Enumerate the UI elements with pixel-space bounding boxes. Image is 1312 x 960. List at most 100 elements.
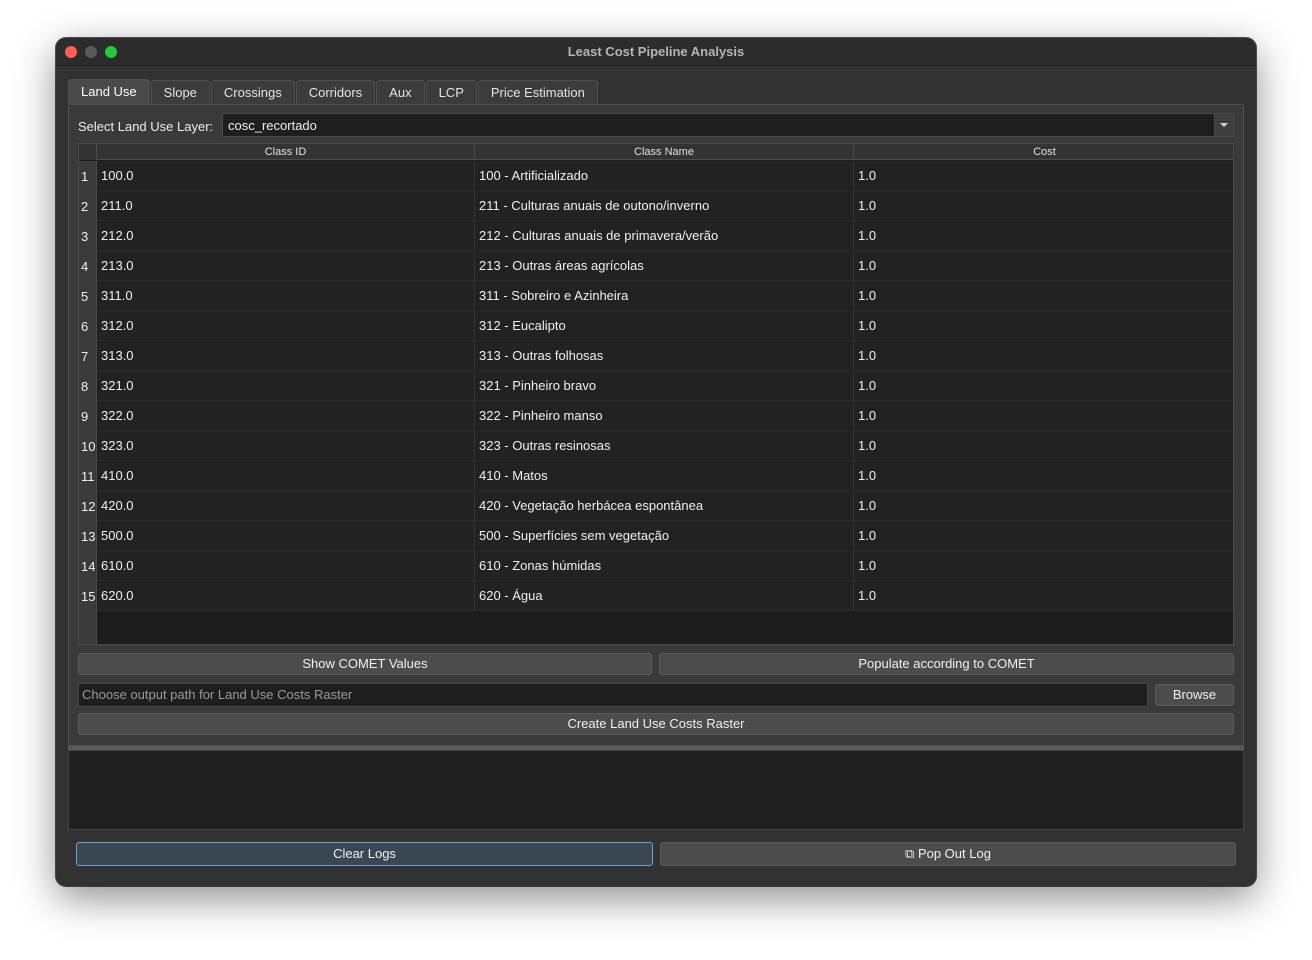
class-name-cell[interactable]: 211 - Culturas anuais de outono/inverno [475,191,854,221]
cost-cell[interactable]: 1.0 [854,341,1233,371]
cost-cell[interactable]: 1.0 [854,551,1233,581]
row-number[interactable]: 10 [79,431,97,461]
table-row[interactable]: 2 211.0 211 - Culturas anuais de outono/in… [79,191,1233,221]
land-use-layer-select[interactable]: cosc_recortado [222,113,1234,137]
table-row[interactable]: 3 212.0 212 - Culturas anuais de primavera… [79,221,1233,251]
cost-cell[interactable]: 1.0 [854,461,1233,491]
class-name-cell[interactable]: 313 - Outras folhosas [475,341,854,371]
log-output[interactable] [68,750,1244,830]
class-name-cell[interactable]: 213 - Outras áreas agrícolas [475,251,854,281]
cost-cell[interactable]: 1.0 [854,431,1233,461]
class-name-cell[interactable]: 620 - Água [475,581,854,611]
land-use-table: Class ID Class Name Cost 1 100.0 100 - Art… [78,143,1234,645]
row-number[interactable]: 5 [79,281,97,311]
table-row[interactable]: 5 311.0 311 - Sobreiro e Azinheira 1.0 [79,281,1233,311]
cost-cell[interactable]: 1.0 [854,251,1233,281]
table-row[interactable]: 7 313.0 313 - Outras folhosas 1.0 [79,341,1233,371]
row-number[interactable]: 8 [79,371,97,401]
cost-cell[interactable]: 1.0 [854,161,1233,191]
create-land-use-raster-button[interactable]: Create Land Use Costs Raster [78,713,1234,735]
populate-comet-button[interactable]: Populate according to COMET [659,653,1234,675]
class-id-cell[interactable]: 312.0 [97,311,475,341]
select-layer-label: Select Land Use Layer: [78,119,214,134]
class-id-cell[interactable]: 213.0 [97,251,475,281]
table-row[interactable]: 8 321.0 321 - Pinheiro bravo 1.0 [79,371,1233,401]
column-header-class-id[interactable]: Class ID [97,144,475,160]
output-path-input[interactable]: Choose output path for Land Use Costs Ra… [78,683,1148,707]
row-number[interactable]: 12 [79,491,97,521]
row-number[interactable]: 14 [79,551,97,581]
cost-cell[interactable]: 1.0 [854,581,1233,611]
cost-cell[interactable]: 1.0 [854,191,1233,221]
class-id-cell[interactable]: 311.0 [97,281,475,311]
row-number[interactable]: 4 [79,251,97,281]
tab-corridors[interactable]: Corridors [295,80,376,105]
table-row[interactable]: 14 610.0 610 - Zonas húmidas 1.0 [79,551,1233,581]
class-id-cell[interactable]: 323.0 [97,431,475,461]
class-name-cell[interactable]: 410 - Matos [475,461,854,491]
column-header-class-name[interactable]: Class Name [475,144,854,160]
class-name-cell[interactable]: 500 - Superfícies sem vegetação [475,521,854,551]
tab-crossings[interactable]: Crossings [210,80,295,105]
row-number[interactable]: 15 [79,581,97,611]
class-name-cell[interactable]: 420 - Vegetação herbácea espontânea [475,491,854,521]
class-id-cell[interactable]: 610.0 [97,551,475,581]
cost-cell[interactable]: 1.0 [854,311,1233,341]
row-number[interactable]: 11 [79,461,97,491]
class-name-cell[interactable]: 323 - Outras resinosas [475,431,854,461]
table-row[interactable]: 10 323.0 323 - Outras resinosas 1.0 [79,431,1233,461]
class-id-cell[interactable]: 620.0 [97,581,475,611]
class-name-cell[interactable]: 312 - Eucalipto [475,311,854,341]
cost-cell[interactable]: 1.0 [854,221,1233,251]
class-id-cell[interactable]: 100.0 [97,161,475,191]
chevron-down-icon[interactable] [1214,114,1233,136]
browse-button[interactable]: Browse [1155,684,1234,706]
tab-land-use[interactable]: Land Use [68,79,150,105]
cost-cell[interactable]: 1.0 [854,401,1233,431]
table-row[interactable]: 15 620.0 620 - Água 1.0 [79,581,1233,611]
cost-cell[interactable]: 1.0 [854,371,1233,401]
cost-cell[interactable]: 1.0 [854,281,1233,311]
row-number[interactable]: 13 [79,521,97,551]
class-id-cell[interactable]: 322.0 [97,401,475,431]
class-name-cell[interactable]: 212 - Culturas anuais de primavera/verão [475,221,854,251]
class-name-cell[interactable]: 610 - Zonas húmidas [475,551,854,581]
class-id-cell[interactable]: 313.0 [97,341,475,371]
class-name-cell[interactable]: 321 - Pinheiro bravo [475,371,854,401]
column-header-cost[interactable]: Cost [854,144,1233,160]
cost-cell[interactable]: 1.0 [854,491,1233,521]
class-name-cell[interactable]: 322 - Pinheiro manso [475,401,854,431]
class-name-cell[interactable]: 100 - Artificializado [475,161,854,191]
table-row[interactable]: 12 420.0 420 - Vegetação herbácea espontân… [79,491,1233,521]
show-comet-values-button[interactable]: Show COMET Values [78,653,652,675]
table-corner[interactable] [79,144,97,160]
tab-aux[interactable]: Aux [376,80,425,105]
row-number[interactable]: 3 [79,221,97,251]
app-window: Least Cost Pipeline Analysis Land Use Sl… [56,38,1256,886]
row-number[interactable]: 2 [79,191,97,221]
table-row[interactable]: 11 410.0 410 - Matos 1.0 [79,461,1233,491]
row-number[interactable]: 6 [79,311,97,341]
tab-price-estimation[interactable]: Price Estimation [477,80,598,105]
table-row[interactable]: 4 213.0 213 - Outras áreas agrícolas 1.0 [79,251,1233,281]
cost-cell[interactable]: 1.0 [854,521,1233,551]
class-id-cell[interactable]: 410.0 [97,461,475,491]
table-row[interactable]: 1 100.0 100 - Artificializado 1.0 [79,161,1233,191]
tab-lcp[interactable]: LCP [425,80,477,105]
class-id-cell[interactable]: 420.0 [97,491,475,521]
class-id-cell[interactable]: 321.0 [97,371,475,401]
land-use-panel: Select Land Use Layer: cosc_recortado Cl… [68,104,1244,746]
clear-logs-button[interactable]: Clear Logs [76,842,653,866]
row-number[interactable]: 7 [79,341,97,371]
row-number[interactable]: 9 [79,401,97,431]
table-row[interactable]: 13 500.0 500 - Superfícies sem vegetação 1.… [79,521,1233,551]
pop-out-log-button[interactable]: ⧉ Pop Out Log [660,842,1236,866]
table-row[interactable]: 6 312.0 312 - Eucalipto 1.0 [79,311,1233,341]
class-id-cell[interactable]: 212.0 [97,221,475,251]
table-row[interactable]: 9 322.0 322 - Pinheiro manso 1.0 [79,401,1233,431]
class-id-cell[interactable]: 500.0 [97,521,475,551]
tab-slope[interactable]: Slope [150,80,210,105]
class-id-cell[interactable]: 211.0 [97,191,475,221]
row-number[interactable]: 1 [79,161,97,191]
class-name-cell[interactable]: 311 - Sobreiro e Azinheira [475,281,854,311]
